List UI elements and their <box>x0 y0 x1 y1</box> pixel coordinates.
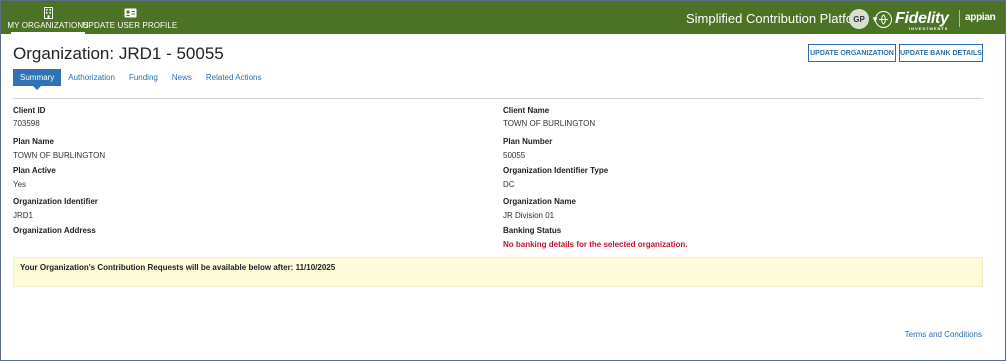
page-title: Organization: JRD1 - 50055 <box>13 44 224 63</box>
organization-address-label: Organization Address <box>13 226 96 235</box>
appian-logo: appian <box>965 12 996 23</box>
id-card-icon <box>124 6 137 19</box>
plan-active-value: Yes <box>13 180 27 189</box>
client-id-value: 703598 <box>13 119 40 128</box>
contribution-info-banner: Your Organization's Contribution Request… <box>13 257 983 287</box>
update-organization-button[interactable]: UPDATE ORGANIZATION <box>808 44 896 62</box>
building-icon <box>43 6 53 19</box>
avatar[interactable]: GP <box>849 9 869 29</box>
client-name-label: Client Name <box>503 106 550 115</box>
client-name-value: TOWN OF BURLINGTON <box>503 119 596 128</box>
organization-identifier-value: JRD1 <box>13 211 34 220</box>
plan-number-value: 50055 <box>503 151 526 160</box>
nav-my-organizations[interactable]: MY ORGANIZATIONS <box>7 1 89 34</box>
nav-update-user-profile-label: UPDATE USER PROFILE <box>82 21 178 30</box>
client-id-label: Client ID <box>13 106 46 115</box>
brand-name: Fidelity <box>895 10 949 27</box>
organization-name-value: JR Division 01 <box>503 211 555 220</box>
tab-news[interactable]: News <box>165 69 199 86</box>
tab-summary[interactable]: Summary <box>13 69 62 90</box>
tab-bar: Summary Authorization Funding News Relat… <box>13 69 269 90</box>
plan-active-label: Plan Active <box>13 166 56 175</box>
nav-update-user-profile[interactable]: UPDATE USER PROFILE <box>83 1 177 34</box>
app-title: Simplified Contribution Platform <box>686 11 869 26</box>
section-divider <box>13 98 983 99</box>
organization-identifier-type-label: Organization Identifier Type <box>503 166 609 175</box>
header-divider <box>959 10 960 27</box>
contribution-info-text: Your Organization's Contribution Request… <box>20 263 336 272</box>
organization-identifier-type-value: DC <box>503 180 515 189</box>
update-bank-details-button[interactable]: UPDATE BANK DETAILS <box>899 44 983 62</box>
tab-funding[interactable]: Funding <box>122 69 165 86</box>
plan-name-value: TOWN OF BURLINGTON <box>13 151 106 160</box>
tab-related-actions[interactable]: Related Actions <box>199 69 269 86</box>
brand-tagline: INVESTMENTS <box>909 26 949 31</box>
plan-name-label: Plan Name <box>13 137 54 146</box>
banking-status-value: No banking details for the selected orga… <box>503 240 688 249</box>
nav-my-organizations-label: MY ORGANIZATIONS <box>7 21 89 30</box>
plan-number-label: Plan Number <box>503 137 553 146</box>
banking-status-label: Banking Status <box>503 226 562 235</box>
organization-identifier-label: Organization Identifier <box>13 197 98 206</box>
top-nav-bar: MY ORGANIZATIONS UPDATE USER PROFILE Sim… <box>1 1 1005 34</box>
tab-authorization[interactable]: Authorization <box>61 69 122 86</box>
fidelity-emblem-icon <box>875 10 892 28</box>
fidelity-logo: Fidelity INVESTMENTS <box>875 8 949 31</box>
organization-name-label: Organization Name <box>503 197 576 206</box>
terms-and-conditions-link[interactable]: Terms and Conditions <box>905 330 982 339</box>
